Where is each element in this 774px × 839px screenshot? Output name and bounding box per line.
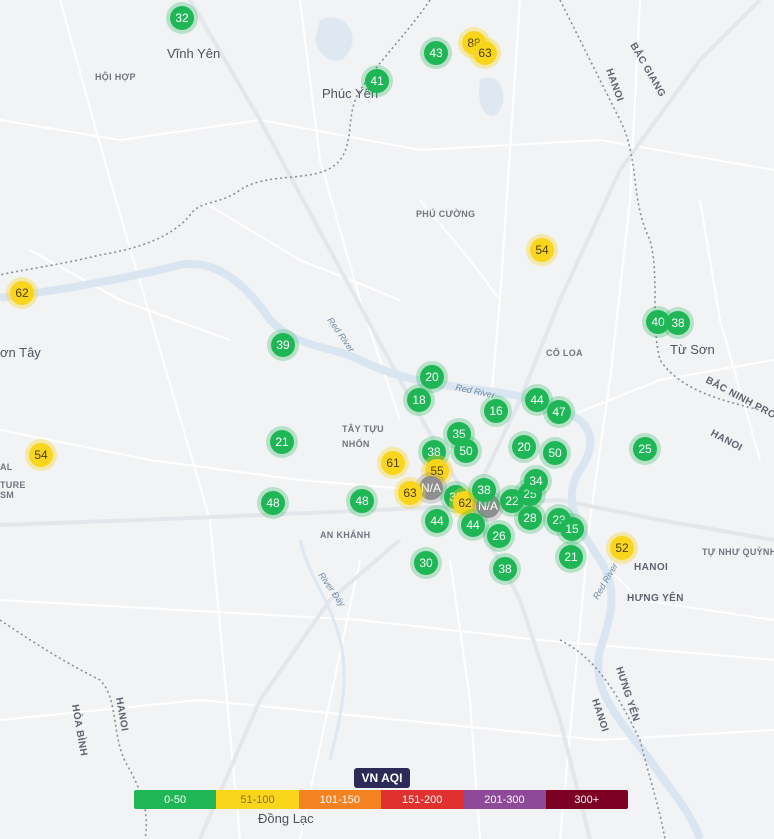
label-an-khanh: AN KHÁNH	[320, 530, 370, 540]
aqi-station-marker[interactable]: 63	[473, 41, 497, 65]
aqi-station-marker[interactable]: 38	[666, 311, 690, 335]
aqi-station-marker[interactable]: 52	[610, 536, 634, 560]
label-tay-tuu: TÂY TỰU	[342, 423, 384, 434]
aqi-station-marker[interactable]: 30	[414, 551, 438, 575]
aqi-station-marker[interactable]: 20	[512, 435, 536, 459]
aqi-station-marker[interactable]: 47	[547, 400, 571, 424]
label-hanoi-se: HANOI	[634, 562, 668, 573]
label-vinh-yen: Vĩnh Yên	[167, 46, 220, 61]
legend-segment: 51-100	[216, 790, 299, 809]
label-tu-son: Từ Sơn	[670, 342, 715, 357]
legend-scale: 0-50 51-100 101-150 151-200 201-300 300+	[134, 790, 628, 809]
label-phu-cuong: PHÚ CƯỜNG	[416, 208, 475, 219]
aqi-station-marker[interactable]: 21	[270, 430, 294, 454]
aqi-station-marker[interactable]: 39	[271, 333, 295, 357]
label-hung-yen: HƯNG YÊN	[627, 591, 684, 604]
map-canvas[interactable]: Vĩnh Yên HỘI HỢP Phúc Yên BẮC GIANG HANO…	[0, 0, 774, 839]
aqi-station-marker[interactable]: 50	[454, 439, 478, 463]
aqi-station-marker[interactable]: 50	[543, 441, 567, 465]
label-museum-c: SM	[0, 490, 14, 500]
label-son-tay: ơn Tây	[0, 345, 41, 360]
aqi-station-marker[interactable]: 44	[425, 509, 449, 533]
aqi-station-marker[interactable]: 44	[461, 513, 485, 537]
label-dong-lac: Đồng Lạc	[258, 811, 314, 826]
aqi-station-marker[interactable]: 38	[472, 478, 496, 502]
aqi-station-marker[interactable]: 44	[525, 388, 549, 412]
aqi-station-marker[interactable]: 25	[633, 437, 657, 461]
legend-segment: 101-150	[298, 790, 381, 809]
legend-segment: 300+	[545, 790, 628, 809]
aqi-station-marker[interactable]: N/A	[419, 476, 443, 500]
aqi-station-marker[interactable]: 34	[524, 469, 548, 493]
label-tu-nhu-quynh: TỰ NHƯ QUỲNH	[702, 546, 774, 557]
aqi-station-marker[interactable]: 20	[420, 365, 444, 389]
aqi-station-marker[interactable]: 21	[559, 545, 583, 569]
aqi-station-marker[interactable]: 41	[365, 69, 389, 93]
aqi-station-marker[interactable]: 54	[29, 443, 53, 467]
aqi-station-marker[interactable]: 28	[518, 506, 542, 530]
aqi-station-marker[interactable]: 43	[424, 41, 448, 65]
label-nhon: NHỔN	[342, 438, 370, 449]
aqi-station-marker[interactable]: 48	[350, 489, 374, 513]
aqi-station-marker[interactable]: 61	[381, 451, 405, 475]
aqi-station-marker[interactable]: 16	[484, 399, 508, 423]
aqi-station-marker[interactable]: 32	[170, 6, 194, 30]
legend-segment: 151-200	[380, 790, 464, 809]
label-hoi-hop: HỘI HỢP	[95, 71, 136, 82]
legend-segment: 201-300	[463, 790, 546, 809]
aqi-station-marker[interactable]: 63	[398, 481, 422, 505]
aqi-station-marker[interactable]: 15	[560, 517, 584, 541]
legend-title: VN AQI	[354, 768, 410, 788]
aqi-station-marker[interactable]: 54	[530, 238, 554, 262]
aqi-station-marker[interactable]: 62	[10, 281, 34, 305]
aqi-station-marker[interactable]: 18	[407, 388, 431, 412]
label-museum-b: TURE	[0, 480, 26, 490]
aqi-station-marker[interactable]: 26	[487, 524, 511, 548]
aqi-station-marker[interactable]: 38	[493, 557, 517, 581]
label-co-loa: CỔ LOA	[546, 347, 583, 358]
legend-segment: 0-50	[134, 790, 217, 809]
aqi-station-marker[interactable]: 48	[261, 491, 285, 515]
label-museum-a: AL	[0, 462, 13, 472]
